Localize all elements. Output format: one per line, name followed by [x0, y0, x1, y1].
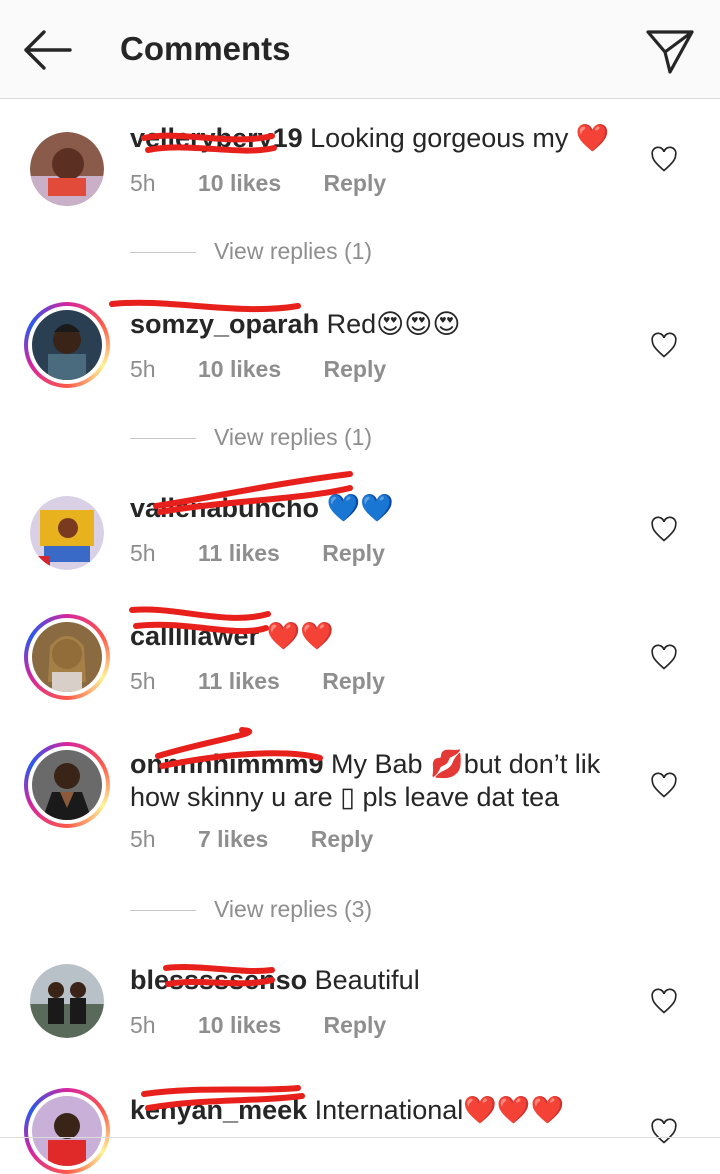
header-bar: Comments	[0, 0, 720, 99]
comment-meta: 5h 11 likes Reply	[130, 668, 421, 695]
comment-likes[interactable]: 10 likes	[198, 1012, 281, 1038]
comment-text: International	[314, 1095, 464, 1125]
like-heart-icon[interactable]	[650, 146, 678, 174]
bottom-divider	[0, 1137, 720, 1138]
comment-likes[interactable]: 10 likes	[198, 356, 281, 382]
comment-text: but don’t lik	[463, 749, 601, 779]
view-replies-label: View replies (1)	[214, 424, 373, 450]
comment-text-line2: how skinny u are ▯ pls leave dat tea	[130, 782, 560, 812]
reply-button[interactable]: Reply	[324, 1012, 387, 1038]
direct-message-icon[interactable]	[644, 24, 696, 76]
comment-likes[interactable]: 7 likes	[198, 826, 268, 852]
view-replies-label: View replies (3)	[214, 896, 373, 922]
comment-meta: 5h 7 likes Reply	[130, 826, 409, 853]
comment-likes[interactable]: 11 likes	[198, 540, 280, 566]
avatar[interactable]	[24, 1088, 110, 1174]
heart-eyes-emoji: 😍😍😍	[376, 309, 461, 340]
like-heart-icon[interactable]	[650, 772, 678, 800]
comment-body: calllllawer ❤️❤️	[130, 620, 630, 653]
comment-meta: 5h 10 likes Reply	[130, 356, 422, 383]
view-replies-button[interactable]: View replies (3)	[130, 896, 372, 923]
view-replies-button[interactable]: View replies (1)	[130, 238, 372, 265]
blue-heart-emoji: 💙💙	[326, 493, 394, 524]
comment-username[interactable]: vellerybery19	[130, 123, 303, 153]
comment-likes[interactable]: 10 likes	[198, 170, 281, 196]
comment-time: 5h	[130, 356, 156, 382]
view-replies-label: View replies (1)	[214, 238, 373, 264]
comment-body: vallenabuncho 💙💙	[130, 492, 630, 525]
comment-username[interactable]: somzy_oparah	[130, 309, 319, 339]
comment-meta: 5h 10 likes Reply	[130, 170, 422, 197]
comment-text: My Bab	[331, 749, 423, 779]
comment-text: Looking gorgeous my	[310, 123, 569, 153]
reply-button[interactable]: Reply	[324, 356, 387, 382]
like-heart-icon[interactable]	[650, 644, 678, 672]
page-title: Comments	[120, 30, 291, 67]
like-heart-icon[interactable]	[650, 332, 678, 360]
comment-meta: 5h 11 likes Reply	[130, 540, 421, 567]
heart-emoji: ❤️❤️	[266, 621, 334, 652]
avatar[interactable]	[24, 958, 110, 1044]
reply-button[interactable]: Reply	[322, 668, 385, 694]
comment-likes[interactable]: 11 likes	[198, 668, 280, 694]
comment-time: 5h	[130, 170, 156, 196]
comment-username[interactable]: onnnnhimmm9	[130, 749, 324, 779]
divider-line	[130, 910, 196, 912]
like-heart-icon[interactable]	[650, 516, 678, 544]
comment-body: blesssssenso Beautiful	[130, 964, 630, 997]
kiss-emoji: 💋	[430, 749, 464, 780]
comment-meta: 5h 10 likes Reply	[130, 1012, 422, 1039]
comment-body: onnnnhimmm9 My Bab 💋but don’t lik how sk…	[130, 748, 630, 814]
reply-button[interactable]: Reply	[311, 826, 374, 852]
like-heart-icon[interactable]	[650, 988, 678, 1016]
comment-time: 5h	[130, 826, 156, 852]
comment-username[interactable]: kenyan_meek	[130, 1095, 307, 1125]
divider-line	[130, 438, 196, 440]
comment-text: Beautiful	[314, 965, 420, 995]
avatar[interactable]	[24, 742, 110, 828]
avatar[interactable]	[24, 126, 110, 212]
comment-time: 5h	[130, 540, 156, 566]
like-heart-icon[interactable]	[650, 1118, 678, 1146]
avatar[interactable]	[24, 490, 110, 576]
comment-body: kenyan_meek International❤️❤️❤️	[130, 1094, 630, 1127]
comment-username[interactable]: vallenabuncho	[130, 493, 319, 523]
reply-button[interactable]: Reply	[322, 540, 385, 566]
avatar[interactable]	[24, 614, 110, 700]
comment-time: 5h	[130, 1012, 156, 1038]
comment-text: Red	[326, 309, 377, 339]
reply-button[interactable]: Reply	[324, 170, 387, 196]
comment-body: somzy_oparah Red😍😍😍	[130, 308, 630, 341]
avatar[interactable]	[24, 302, 110, 388]
comment-username[interactable]: calllllawer	[130, 621, 259, 651]
comment-time: 5h	[130, 668, 156, 694]
comment-body: vellerybery19 Looking gorgeous my ❤️	[130, 122, 630, 155]
back-arrow-icon[interactable]	[20, 26, 76, 74]
heart-emoji: ❤️❤️❤️	[463, 1095, 565, 1126]
heart-emoji: ❤️	[575, 123, 610, 154]
view-replies-button[interactable]: View replies (1)	[130, 424, 372, 451]
comment-username[interactable]: blesssssenso	[130, 965, 307, 995]
divider-line	[130, 252, 196, 254]
